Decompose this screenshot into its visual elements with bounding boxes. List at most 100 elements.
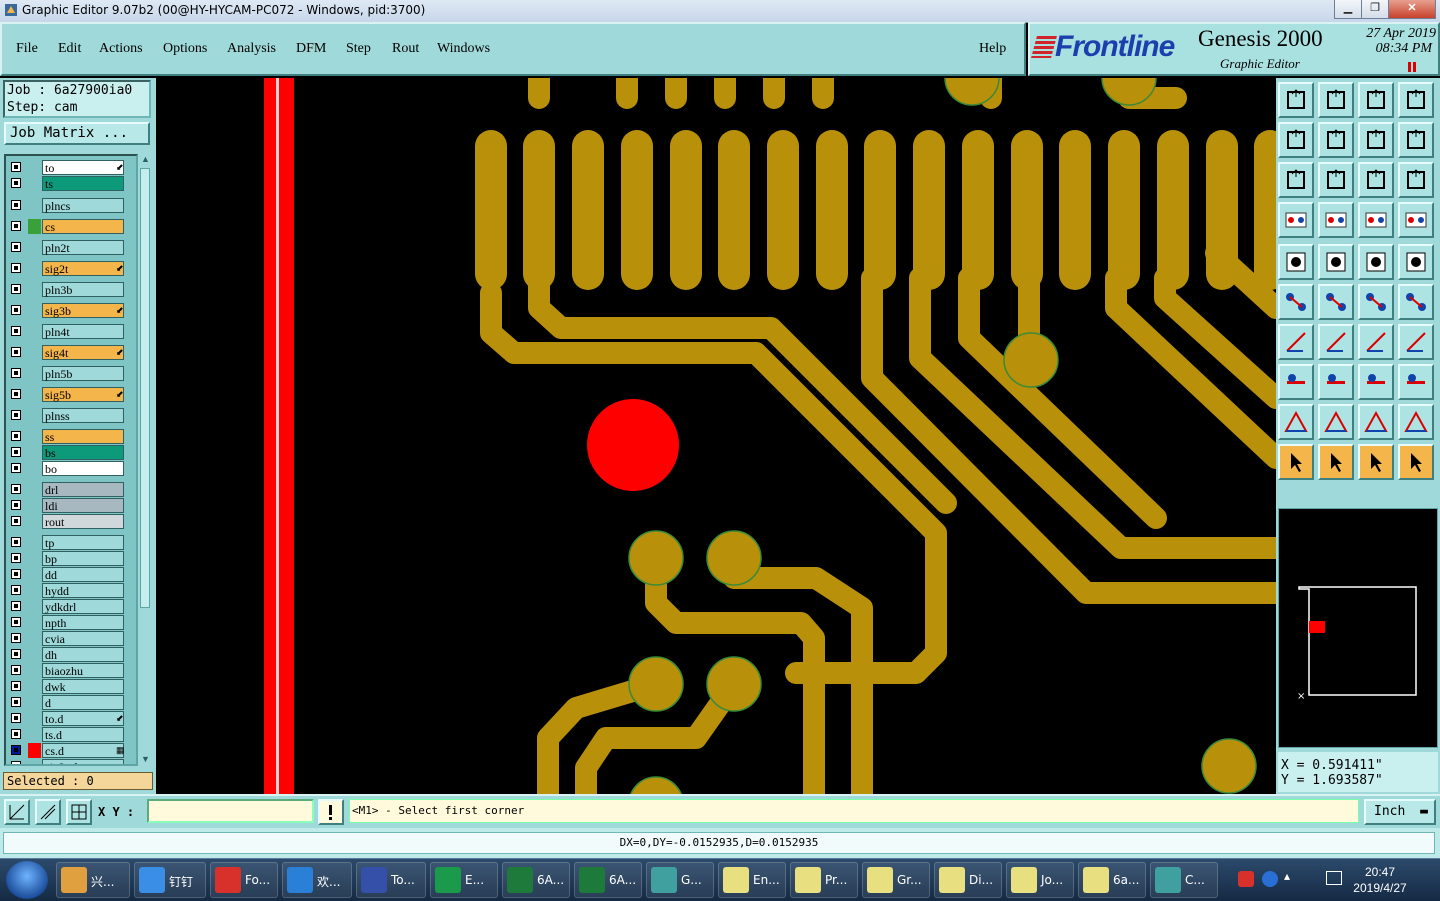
layer-checkbox[interactable] [11, 162, 21, 172]
fit-icon[interactable] [1278, 162, 1314, 198]
layer-name[interactable]: ldi [42, 498, 124, 513]
scroll-up-icon[interactable]: ▲ [139, 154, 152, 166]
layer-row-rout[interactable]: rout [6, 514, 136, 529]
layer-row-hydd[interactable]: hydd [6, 583, 136, 598]
layer-checkbox[interactable] [11, 347, 21, 357]
layer-row-sig4t[interactable]: sig4t ⬋ [6, 345, 136, 360]
layer-name[interactable]: ss [42, 429, 124, 444]
query-icon[interactable] [1398, 162, 1434, 198]
layer-checkbox[interactable] [11, 500, 21, 510]
layer-checkbox[interactable] [11, 447, 21, 457]
triangle-icon[interactable] [1278, 404, 1314, 440]
layer-row-bs[interactable]: bs [6, 445, 136, 460]
layer-name[interactable]: sig4t [42, 345, 124, 360]
alert-icon[interactable] [318, 799, 344, 825]
layer-checkbox[interactable] [11, 431, 21, 441]
snap-icon[interactable] [4, 799, 30, 825]
minimize-button[interactable]: ▁ [1334, 0, 1362, 19]
minimap[interactable]: × [1278, 508, 1438, 748]
taskbar-item[interactable]: 兴... [56, 862, 130, 898]
via-move-icon[interactable] [1398, 284, 1434, 320]
layer-name[interactable]: to.d [42, 711, 124, 726]
pause-icon[interactable] [1408, 62, 1418, 72]
layer-checkbox[interactable] [11, 484, 21, 494]
zoom-page-icon[interactable] [1318, 82, 1354, 118]
layer-name[interactable]: drl [42, 482, 124, 497]
taskbar-item[interactable]: C... [1150, 862, 1218, 898]
layer-name[interactable]: hydd [42, 583, 124, 598]
layer-row-pln4t[interactable]: pln4t [6, 324, 136, 339]
measure-icon[interactable] [35, 799, 61, 825]
layer-row-plncs[interactable]: plncs [6, 198, 136, 213]
layer-row-cvia[interactable]: cvia [6, 631, 136, 646]
layer-checkbox[interactable] [11, 516, 21, 526]
route-icon[interactable] [1398, 444, 1434, 480]
scroll-down-icon[interactable]: ▼ [139, 754, 152, 766]
layer-row-drl[interactable]: drl [6, 482, 136, 497]
job-matrix-button[interactable]: Job Matrix ... [4, 122, 150, 145]
taskbar-item[interactable]: Di... [934, 862, 1002, 898]
layer-checkbox[interactable] [11, 221, 21, 231]
via-add-icon[interactable] [1358, 284, 1394, 320]
help-tray-icon[interactable] [1262, 871, 1278, 887]
taskbar-item[interactable]: 6A... [502, 862, 570, 898]
network-icon[interactable] [1326, 871, 1342, 885]
layer-row-bo[interactable]: bo [6, 461, 136, 476]
layer-row-ldi[interactable]: ldi [6, 498, 136, 513]
layer-name[interactable]: d [42, 695, 124, 710]
layer-row-dd[interactable]: dd [6, 567, 136, 582]
maximize-button[interactable]: ❐ [1361, 0, 1389, 19]
taskbar-item[interactable]: 钉钉 [134, 862, 206, 898]
layer-checkbox[interactable] [11, 697, 21, 707]
layer-row-cs-d[interactable]: cs.d ▦ [6, 743, 136, 758]
ruler-icon[interactable] [1358, 244, 1394, 280]
dimension-icon[interactable] [1358, 364, 1394, 400]
layer-checkbox[interactable] [11, 463, 21, 473]
zoom-home-icon[interactable] [1278, 82, 1314, 118]
taskbar-item[interactable]: En... [718, 862, 786, 898]
zoom-center-icon[interactable] [1318, 162, 1354, 198]
layer-name[interactable]: bs [42, 445, 124, 460]
layer-name[interactable]: ts [42, 176, 124, 191]
layer-name[interactable]: plnss [42, 408, 124, 423]
layer-checkbox[interactable] [11, 585, 21, 595]
arch-select-icon[interactable] [1398, 404, 1434, 440]
layer-checkbox[interactable] [11, 665, 21, 675]
layer-row-cs[interactable]: cs [6, 219, 136, 234]
taskbar-item[interactable]: To... [356, 862, 426, 898]
menu-actions[interactable]: Actions [99, 41, 143, 57]
layer-row-sig5b[interactable]: sig5b ⬋ [6, 387, 136, 402]
layer-row-biaozhu[interactable]: biaozhu [6, 663, 136, 678]
layer-row-ts-d[interactable]: ts.d [6, 727, 136, 742]
layer-checkbox[interactable] [11, 633, 21, 643]
layer-checkbox[interactable] [11, 745, 21, 755]
layer-checkbox[interactable] [11, 263, 21, 273]
menu-help[interactable]: Help [979, 41, 1006, 57]
scale-icon[interactable] [1358, 162, 1394, 198]
layer-row-bp[interactable]: bp [6, 551, 136, 566]
scroll-thumb[interactable] [140, 168, 150, 608]
layer-name[interactable]: biaozhu [42, 663, 124, 678]
layer-row-sig3b[interactable]: sig3b ⬋ [6, 303, 136, 318]
menu-step[interactable]: Step [346, 41, 371, 57]
pan-right-icon[interactable] [1318, 122, 1354, 158]
layer-name[interactable]: dwk [42, 679, 124, 694]
pcb-view[interactable] [156, 78, 1276, 794]
taskbar-item[interactable]: E... [430, 862, 498, 898]
layer-checkbox[interactable] [11, 242, 21, 252]
net-icon[interactable] [1318, 284, 1354, 320]
layer-name[interactable]: rout [42, 514, 124, 529]
layer-color-icon[interactable] [1358, 202, 1394, 238]
layer-row-sig2t[interactable]: sig2t ⬋ [6, 261, 136, 276]
menu-options[interactable]: Options [163, 41, 207, 57]
layer-name[interactable]: pln5b [42, 366, 124, 381]
mirror-icon[interactable] [1358, 122, 1394, 158]
taskbar-item[interactable]: 欢... [282, 862, 352, 898]
menu-edit[interactable]: Edit [58, 41, 81, 57]
layer-checkbox[interactable] [11, 569, 21, 579]
measure-tool-icon[interactable] [1278, 202, 1314, 238]
pan-left-icon[interactable] [1278, 122, 1314, 158]
layer-checkbox[interactable] [11, 729, 21, 739]
layer-checkbox[interactable] [11, 410, 21, 420]
layer-name[interactable]: cvia [42, 631, 124, 646]
